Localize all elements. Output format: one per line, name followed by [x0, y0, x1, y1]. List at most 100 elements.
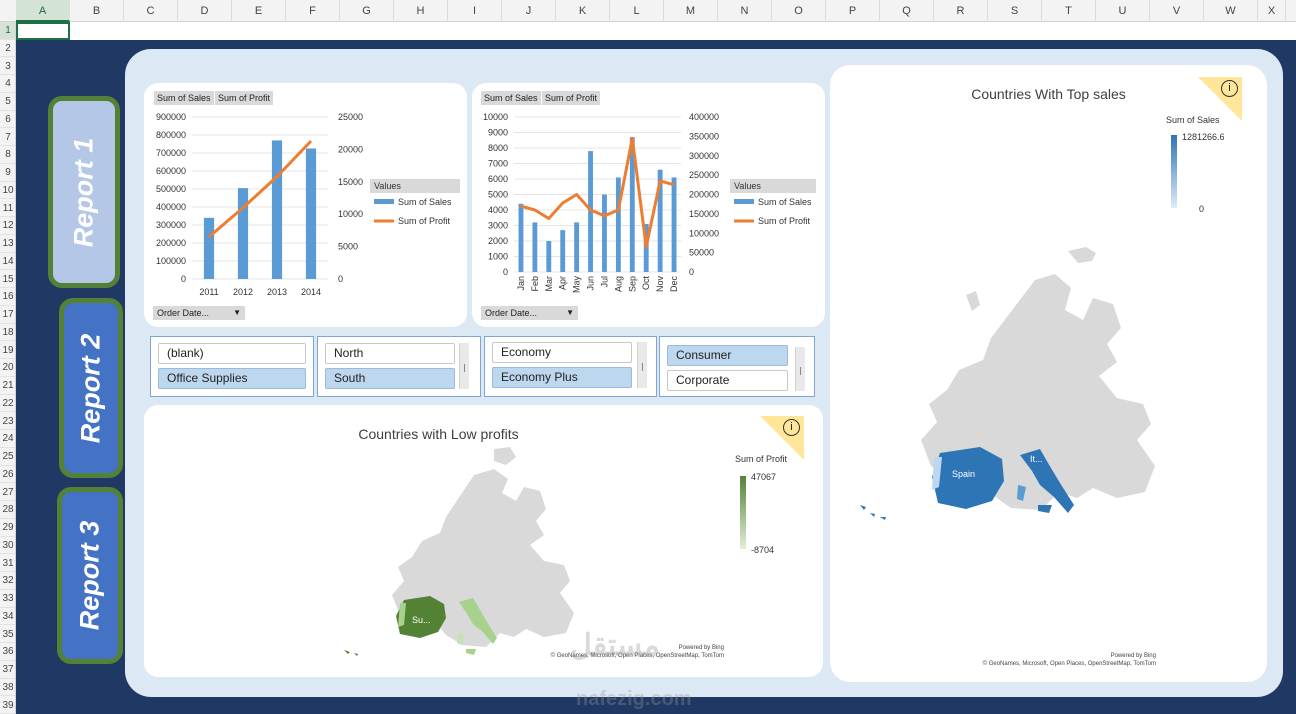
- row-header-15[interactable]: 15: [0, 271, 15, 289]
- row-header-20[interactable]: 20: [0, 359, 15, 377]
- column-header-u[interactable]: U: [1096, 0, 1150, 22]
- row-header-28[interactable]: 28: [0, 501, 15, 519]
- row-header-35[interactable]: 35: [0, 626, 15, 644]
- column-header-f[interactable]: F: [286, 0, 340, 22]
- row-header-13[interactable]: 13: [0, 235, 15, 253]
- row-header-5[interactable]: 5: [0, 93, 15, 111]
- y2-tick-label: 25000: [338, 112, 363, 122]
- column-header-m[interactable]: M: [664, 0, 718, 22]
- column-header-k[interactable]: K: [556, 0, 610, 22]
- row-header-25[interactable]: 25: [0, 448, 15, 466]
- column-header-o[interactable]: O: [772, 0, 826, 22]
- column-header-d[interactable]: D: [178, 0, 232, 22]
- y2-tick-label: 250000: [689, 170, 719, 180]
- row-header-11[interactable]: 11: [0, 200, 15, 218]
- low-profit-map-chart[interactable]: Countries with Low profits i Sum of Prof…: [144, 405, 823, 677]
- slicer-item-economy-plus[interactable]: Economy Plus: [492, 367, 632, 388]
- row-header-21[interactable]: 21: [0, 377, 15, 395]
- slicer-item-economy[interactable]: Economy: [492, 342, 632, 363]
- slicer-scrollbar[interactable]: [459, 343, 469, 389]
- row-header-34[interactable]: 34: [0, 608, 15, 626]
- row-header-18[interactable]: 18: [0, 324, 15, 342]
- row-header-12[interactable]: 12: [0, 217, 15, 235]
- row-header-14[interactable]: 14: [0, 253, 15, 271]
- row-header-31[interactable]: 31: [0, 555, 15, 573]
- report-3-button[interactable]: Report 3: [57, 487, 123, 664]
- order-date-filter-button[interactable]: Order Date... ▼: [153, 306, 245, 320]
- y2-tick-label: 50000: [689, 248, 714, 258]
- slicer-item-consumer[interactable]: Consumer: [667, 345, 788, 366]
- y-tick-label: 9000: [488, 128, 508, 138]
- column-header-b[interactable]: B: [70, 0, 124, 22]
- watermark-arabic: مستقل: [570, 629, 660, 662]
- column-header-p[interactable]: P: [826, 0, 880, 22]
- row-header-8[interactable]: 8: [0, 146, 15, 164]
- slicer-item-office-supplies[interactable]: Office Supplies: [158, 368, 306, 389]
- row-header-4[interactable]: 4: [0, 75, 15, 93]
- y2-tick-label: 0: [689, 267, 694, 277]
- row-header-26[interactable]: 26: [0, 466, 15, 484]
- column-header-t[interactable]: T: [1042, 0, 1096, 22]
- column-header-r[interactable]: R: [934, 0, 988, 22]
- row-header-24[interactable]: 24: [0, 430, 15, 448]
- monthly-pivot-chart[interactable]: Sum of Sales Sum of Profit 0 1000 2000 3000…: [472, 83, 825, 327]
- row-header-27[interactable]: 27: [0, 484, 15, 502]
- row-header-19[interactable]: 19: [0, 342, 15, 360]
- column-header-j[interactable]: J: [502, 0, 556, 22]
- report-1-button[interactable]: Report 1: [48, 96, 120, 288]
- column-header-g[interactable]: G: [340, 0, 394, 22]
- row-header-37[interactable]: 37: [0, 661, 15, 679]
- x-tick-label: Mar: [544, 276, 554, 292]
- slicer-item-north[interactable]: North: [325, 343, 455, 364]
- row-header-17[interactable]: 17: [0, 306, 15, 324]
- column-header-l[interactable]: L: [610, 0, 664, 22]
- row-header-7[interactable]: 7: [0, 129, 15, 147]
- column-header-h[interactable]: H: [394, 0, 448, 22]
- sales-bar: [518, 203, 524, 272]
- slicer-scrollbar[interactable]: [637, 342, 647, 388]
- sales-bar: [203, 217, 215, 279]
- row-header-10[interactable]: 10: [0, 182, 15, 200]
- slicer-item-blank[interactable]: (blank): [158, 343, 306, 364]
- column-header-v[interactable]: V: [1150, 0, 1204, 22]
- active-cell-a1[interactable]: [16, 22, 70, 40]
- row-header-32[interactable]: 32: [0, 572, 15, 590]
- slicer-item-corporate[interactable]: Corporate: [667, 370, 788, 391]
- row-header-38[interactable]: 38: [0, 679, 15, 697]
- row-header-29[interactable]: 29: [0, 519, 15, 537]
- legend-label-profit: Sum of Profit: [758, 216, 811, 226]
- slicer-scrollbar[interactable]: [795, 347, 805, 391]
- y-tick-label: 0: [503, 267, 508, 277]
- column-header-i[interactable]: I: [448, 0, 502, 22]
- column-header-n[interactable]: N: [718, 0, 772, 22]
- yearly-pivot-chart[interactable]: Sum of Sales Sum of Profit 0 100000 200000…: [144, 83, 467, 327]
- row-header-2[interactable]: 2: [0, 40, 15, 58]
- row-header-3[interactable]: 3: [0, 58, 15, 76]
- row-header-30[interactable]: 30: [0, 537, 15, 555]
- slicer-item-south[interactable]: South: [325, 368, 455, 389]
- column-header-s[interactable]: S: [988, 0, 1042, 22]
- row-header-39[interactable]: 39: [0, 697, 15, 714]
- column-header-x[interactable]: X: [1258, 0, 1286, 22]
- column-header-q[interactable]: Q: [880, 0, 934, 22]
- report-2-button[interactable]: Report 2: [59, 298, 123, 478]
- row-header-23[interactable]: 23: [0, 413, 15, 431]
- row-header-9[interactable]: 9: [0, 164, 15, 182]
- top-sales-map-chart[interactable]: Countries With Top sales i Sum of Sales …: [830, 65, 1267, 682]
- order-date-filter-label: Order Date...: [485, 308, 538, 318]
- y2-tick-label: 20000: [338, 144, 363, 154]
- x-tick-label: 2011: [199, 287, 218, 297]
- row-header-36[interactable]: 36: [0, 643, 15, 661]
- column-header-e[interactable]: E: [232, 0, 286, 22]
- column-header-c[interactable]: C: [124, 0, 178, 22]
- row-header-6[interactable]: 6: [0, 111, 15, 129]
- row-header-22[interactable]: 22: [0, 395, 15, 413]
- column-header-a[interactable]: A: [16, 0, 70, 22]
- column-header-w[interactable]: W: [1204, 0, 1258, 22]
- row-header-1[interactable]: 1: [0, 22, 15, 40]
- row-header-16[interactable]: 16: [0, 288, 15, 306]
- row-header-33[interactable]: 33: [0, 590, 15, 608]
- sales-bar: [305, 148, 317, 279]
- order-date-filter-button[interactable]: Order Date... ▼: [481, 306, 578, 320]
- profit-line: [520, 136, 675, 249]
